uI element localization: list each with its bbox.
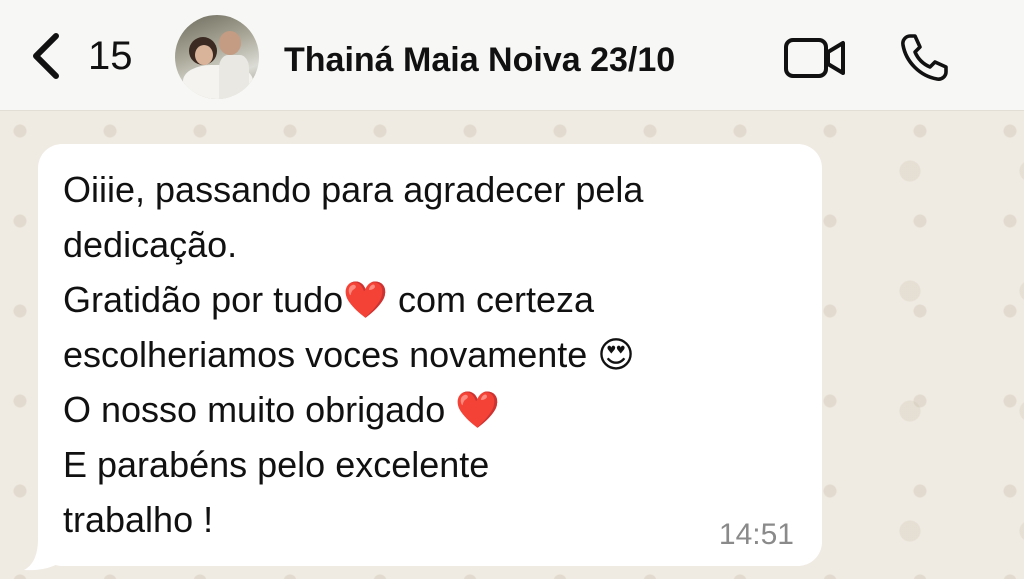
back-button[interactable]	[28, 30, 68, 82]
chat-area: Oiiie, passando para agradecer pela dedi…	[0, 111, 1024, 579]
phone-icon	[901, 34, 948, 81]
message-line: E parabéns pelo excelente	[63, 444, 490, 485]
video-camera-icon	[784, 38, 845, 78]
voice-call-button[interactable]	[898, 32, 952, 84]
unread-count[interactable]: 15	[88, 34, 133, 78]
chat-header: 15 Thainá Maia Noiva 23/10	[0, 0, 1024, 111]
message-bubble[interactable]: Oiiie, passando para agradecer pela dedi…	[38, 144, 822, 566]
message-timestamp: 14:51	[718, 518, 794, 551]
message-line: O nosso muito obrigado ❤️	[63, 389, 501, 430]
chevron-left-icon	[33, 33, 59, 79]
message-line: trabalho !	[63, 499, 214, 540]
message-line: escolheriamos voces novamente 😍	[63, 334, 635, 375]
message-line: Gratidão por tudo❤️ com certeza	[63, 279, 595, 320]
message-text: Oiiie, passando para agradecer pela dedi…	[63, 162, 803, 547]
contact-name[interactable]: Thainá Maia Noiva 23/10	[284, 38, 675, 82]
message-line: dedicação.	[63, 224, 238, 265]
avatar[interactable]	[175, 15, 259, 99]
video-call-button[interactable]	[783, 36, 847, 80]
message-line: Oiiie, passando para agradecer pela	[63, 169, 644, 210]
